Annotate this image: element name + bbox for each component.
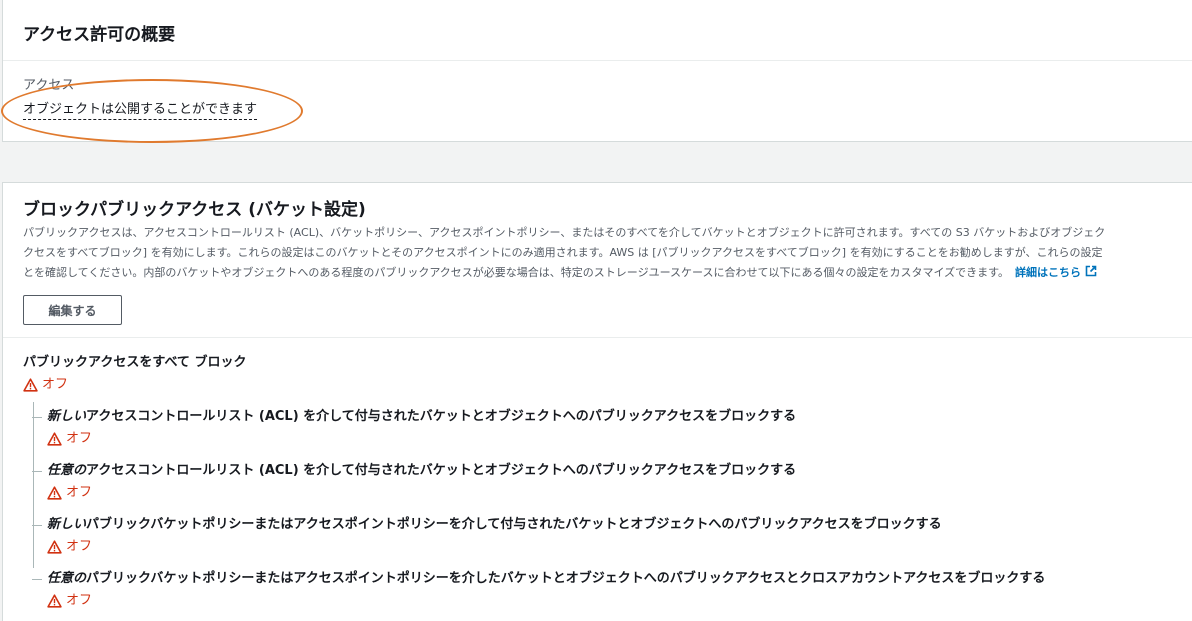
sub-setting-text: パブリックバケットポリシーまたはアクセスポイントポリシーを介して付与されたバケッ… — [86, 517, 942, 532]
warning-icon — [47, 594, 62, 608]
description-line-text: とを確認してください。内部のバケットやオブジェクトへのある程度のパブリックアクセ… — [23, 266, 1010, 279]
permissions-overview-title: アクセス許可の概要 — [23, 25, 176, 45]
edit-button[interactable]: 編集する — [23, 295, 122, 325]
warning-icon — [47, 540, 62, 554]
sub-setting-title: 新しいアクセスコントロールリスト (ACL) を介して付与されたバケットとオブジ… — [47, 408, 1192, 426]
block-all-public-access-setting: パブリックアクセスをすべて ブロック オフ 新しいアクセスコントロールリスト (… — [3, 338, 1192, 610]
status-off: オフ — [47, 484, 1192, 502]
external-link-icon[interactable] — [1085, 265, 1097, 277]
sub-setting-new-acl: 新しいアクセスコントロールリスト (ACL) を介して付与されたバケットとオブジ… — [23, 408, 1192, 448]
sub-setting-text: パブリックバケットポリシーまたはアクセスポイントポリシーを介したバケットとオブジ… — [86, 571, 1046, 586]
description-line: クセスをすべてブロック] を有効にします。これらの設定はこのバケットとそのアクセ… — [23, 246, 1103, 259]
status-label: オフ — [42, 377, 69, 392]
permissions-overview-header: アクセス許可の概要 — [3, 0, 1192, 61]
sub-setting-title: 任意のパブリックバケットポリシーまたはアクセスポイントポリシーを介したバケットと… — [47, 570, 1192, 588]
learn-more-label[interactable]: 詳細はこちら — [1015, 266, 1081, 279]
status-label: オフ — [66, 431, 93, 446]
description-line: パブリックアクセスは、アクセスコントロールリスト (ACL)、バケットポリシー、… — [23, 226, 1106, 239]
sub-setting-emphasis: 任意の — [47, 463, 87, 478]
block-all-public-access-title: パブリックアクセスをすべて ブロック — [23, 355, 247, 370]
warning-icon — [47, 432, 62, 446]
tree-branch — [32, 471, 42, 472]
status-off: オフ — [47, 538, 1192, 556]
permissions-overview-panel: アクセス許可の概要 アクセス オブジェクトは公開することができます — [1, 0, 1192, 143]
block-public-access-panel: ブロックパブリックアクセス (バケット設定) パブリックアクセスは、アクセスコン… — [2, 182, 1192, 621]
sub-setting-text: アクセスコントロールリスト (ACL) を介して付与されたバケットとオブジェクト… — [86, 409, 797, 424]
description-line: とを確認してください。内部のバケットやオブジェクトへのある程度のパブリックアクセ… — [23, 263, 1192, 283]
learn-more-link[interactable]: 詳細はこちら — [1015, 265, 1097, 279]
sub-setting-title: 新しいパブリックバケットポリシーまたはアクセスポイントポリシーを介して付与された… — [47, 516, 1192, 534]
block-public-access-description: パブリックアクセスは、アクセスコントロールリスト (ACL)、バケットポリシー、… — [23, 223, 1192, 283]
status-label: オフ — [66, 485, 93, 500]
sub-setting-emphasis: 任意の — [47, 571, 87, 586]
status-label: オフ — [66, 593, 93, 608]
tree-branch — [32, 417, 42, 418]
warning-icon — [47, 486, 62, 500]
sub-setting-emphasis: 新しい — [47, 517, 87, 532]
tree-branch — [32, 579, 42, 580]
status-off: オフ — [23, 376, 1192, 394]
status-off: オフ — [47, 592, 1192, 610]
sub-setting-any-policy: 任意のパブリックバケットポリシーまたはアクセスポイントポリシーを介したバケットと… — [23, 570, 1192, 610]
sub-setting-title: 任意のアクセスコントロールリスト (ACL) を介して付与されたバケットとオブジ… — [47, 462, 1192, 480]
warning-icon — [23, 378, 38, 392]
status-off: オフ — [47, 430, 1192, 448]
sub-setting-emphasis: 新しい — [47, 409, 87, 424]
block-public-access-title: ブロックパブリックアクセス (バケット設定) — [23, 200, 366, 220]
sub-setting-any-acl: 任意のアクセスコントロールリスト (ACL) を介して付与されたバケットとオブジ… — [23, 462, 1192, 502]
block-public-access-header: ブロックパブリックアクセス (バケット設定) パブリックアクセスは、アクセスコン… — [3, 183, 1192, 338]
sub-setting-new-policy: 新しいパブリックバケットポリシーまたはアクセスポイントポリシーを介して付与された… — [23, 516, 1192, 556]
tree-branch — [32, 525, 42, 526]
highlight-annotation-ellipse — [1, 79, 303, 143]
access-field: アクセス オブジェクトは公開することができます — [1, 61, 1192, 143]
sub-setting-text: アクセスコントロールリスト (ACL) を介して付与されたバケットとオブジェクト… — [86, 463, 797, 478]
status-label: オフ — [66, 539, 93, 554]
